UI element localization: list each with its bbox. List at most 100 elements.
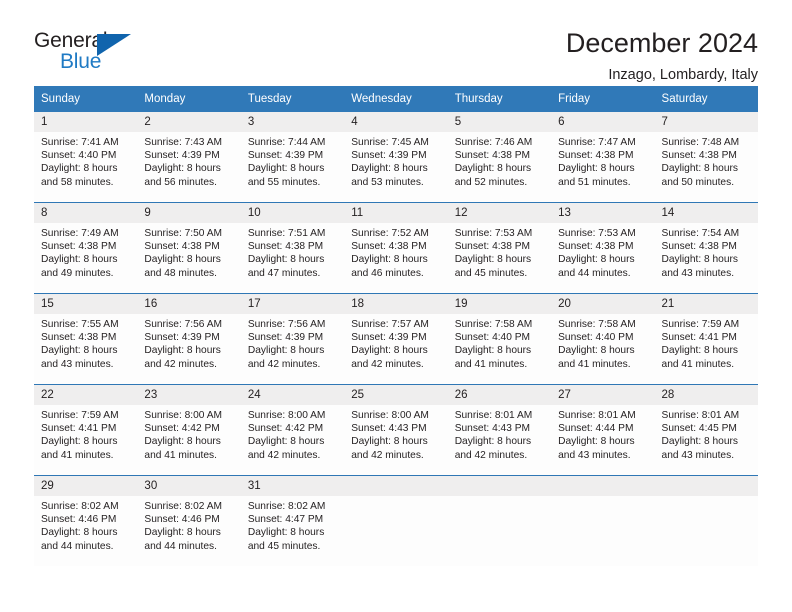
general-blue-logo[interactable]: General Blue bbox=[34, 28, 156, 76]
calendar-day-cell[interactable]: 16 Sunrise: 7:56 AM Sunset: 4:39 PM Dayligh… bbox=[137, 293, 241, 385]
day-details: Sunrise: 7:53 AM Sunset: 4:38 PM Daylight:… bbox=[551, 223, 654, 280]
calendar-day-cell[interactable]: 26 Sunrise: 8:01 AM Sunset: 4:43 PM Dayligh… bbox=[447, 384, 552, 476]
calendar-day-cell[interactable]: 28 Sunrise: 8:01 AM Sunset: 4:45 PM Dayligh… bbox=[654, 384, 758, 476]
day-sunrise-text: Sunrise: 7:43 AM bbox=[144, 137, 223, 148]
calendar-day-cell[interactable]: 13 Sunrise: 7:53 AM Sunset: 4:38 PM Dayligh… bbox=[551, 202, 655, 294]
calendar-day-cell[interactable]: 12 Sunrise: 7:53 AM Sunset: 4:38 PM Dayligh… bbox=[447, 202, 552, 294]
day-sunrise-text: Sunrise: 7:53 AM bbox=[558, 228, 636, 239]
calendar-day-cell[interactable]: 3 Sunrise: 7:44 AM Sunset: 4:39 PM Daylight… bbox=[240, 112, 345, 203]
calendar-day-cell-empty bbox=[344, 475, 448, 566]
day-number: 19 bbox=[447, 294, 552, 314]
day-daylight-2-text: and 50 minutes. bbox=[661, 176, 735, 188]
day-daylight-1-text: Daylight: 8 hours bbox=[41, 436, 118, 448]
day-details: Sunrise: 7:46 AM Sunset: 4:38 PM Daylight:… bbox=[448, 132, 551, 189]
calendar-day-cell[interactable]: 1 Sunrise: 7:41 AM Sunset: 4:40 PM Daylight… bbox=[34, 112, 138, 203]
day-number: 21 bbox=[654, 294, 758, 314]
day-sunset-text: Sunset: 4:39 PM bbox=[351, 332, 427, 344]
day-cell-inner bbox=[344, 476, 448, 566]
day-sunset-text: Sunset: 4:42 PM bbox=[247, 423, 324, 435]
calendar-day-cell[interactable]: 2 Sunrise: 7:43 AM Sunset: 4:39 PM Daylight… bbox=[137, 112, 241, 203]
day-daylight-1-text: Daylight: 8 hours bbox=[41, 254, 118, 266]
calendar-day-cell[interactable]: 15 Sunrise: 7:55 AM Sunset: 4:38 PM Dayligh… bbox=[34, 293, 138, 385]
day-cell-inner: 28 Sunrise: 8:01 AM Sunset: 4:45 PM Dayligh… bbox=[654, 385, 758, 475]
day-sunset-text: Sunset: 4:40 PM bbox=[454, 332, 531, 344]
day-daylight-2-text: and 42 minutes. bbox=[351, 358, 424, 370]
day-sunset-text: Sunset: 4:39 PM bbox=[144, 332, 220, 344]
day-daylight-2-text: and 43 minutes. bbox=[661, 449, 735, 461]
calendar-day-cell[interactable]: 18 Sunrise: 7:57 AM Sunset: 4:39 PM Dayligh… bbox=[344, 293, 448, 385]
title-block: December 2024 Inzago, Lombardy, Italy bbox=[566, 28, 758, 83]
calendar-day-cell[interactable]: 25 Sunrise: 8:00 AM Sunset: 4:43 PM Dayligh… bbox=[344, 384, 448, 476]
day-sunrise-text: Sunrise: 7:56 AM bbox=[247, 319, 326, 330]
calendar-day-cell[interactable]: 7 Sunrise: 7:48 AM Sunset: 4:38 PM Daylight… bbox=[654, 112, 758, 203]
day-sunrise-text: Sunrise: 7:57 AM bbox=[351, 319, 429, 330]
day-daylight-1-text: Daylight: 8 hours bbox=[144, 163, 221, 175]
calendar-day-cell[interactable]: 5 Sunrise: 7:46 AM Sunset: 4:38 PM Daylight… bbox=[447, 112, 552, 203]
calendar-day-cell[interactable]: 9 Sunrise: 7:50 AM Sunset: 4:38 PM Daylight… bbox=[137, 202, 241, 294]
day-details: Sunrise: 7:55 AM Sunset: 4:38 PM Daylight:… bbox=[34, 314, 137, 371]
day-sunrise-text: Sunrise: 7:49 AM bbox=[41, 228, 119, 239]
day-number: 9 bbox=[137, 203, 241, 223]
calendar-day-cell[interactable]: 8 Sunrise: 7:49 AM Sunset: 4:38 PM Daylight… bbox=[34, 202, 138, 294]
day-cell-inner: 31 Sunrise: 8:02 AM Sunset: 4:47 PM Dayligh… bbox=[240, 476, 345, 566]
calendar-day-cell[interactable]: 31 Sunrise: 8:02 AM Sunset: 4:47 PM Dayligh… bbox=[240, 475, 345, 566]
calendar-day-cell[interactable]: 21 Sunrise: 7:59 AM Sunset: 4:41 PM Dayligh… bbox=[654, 293, 758, 385]
day-details: Sunrise: 7:41 AM Sunset: 4:40 PM Daylight:… bbox=[34, 132, 137, 189]
day-daylight-1-text: Daylight: 8 hours bbox=[144, 254, 221, 266]
day-daylight-1-text: Daylight: 8 hours bbox=[558, 436, 635, 448]
day-cell-inner: 13 Sunrise: 7:53 AM Sunset: 4:38 PM Dayligh… bbox=[551, 203, 655, 293]
calendar-day-cell[interactable]: 17 Sunrise: 7:56 AM Sunset: 4:39 PM Dayligh… bbox=[240, 293, 345, 385]
day-sunset-text: Sunset: 4:38 PM bbox=[454, 241, 531, 253]
day-number: 13 bbox=[551, 203, 655, 223]
day-cell-inner: 6 Sunrise: 7:47 AM Sunset: 4:38 PM Daylight… bbox=[551, 112, 655, 202]
day-details: Sunrise: 7:50 AM Sunset: 4:38 PM Daylight:… bbox=[137, 223, 240, 280]
day-cell-inner: 5 Sunrise: 7:46 AM Sunset: 4:38 PM Daylight… bbox=[447, 112, 552, 202]
day-cell-inner: 20 Sunrise: 7:58 AM Sunset: 4:40 PM Dayligh… bbox=[551, 294, 655, 384]
day-cell-inner: 8 Sunrise: 7:49 AM Sunset: 4:38 PM Daylight… bbox=[34, 203, 138, 293]
day-daylight-1-text: Daylight: 8 hours bbox=[351, 345, 428, 357]
calendar-day-cell-empty bbox=[551, 475, 655, 566]
day-cell-inner: 14 Sunrise: 7:54 AM Sunset: 4:38 PM Dayligh… bbox=[654, 203, 758, 293]
day-details: Sunrise: 7:59 AM Sunset: 4:41 PM Daylight:… bbox=[34, 405, 137, 462]
calendar-day-cell[interactable]: 10 Sunrise: 7:51 AM Sunset: 4:38 PM Dayligh… bbox=[240, 202, 345, 294]
weekday-header-saturday: Saturday bbox=[654, 86, 758, 112]
day-number: 24 bbox=[240, 385, 345, 405]
calendar-day-cell[interactable]: 27 Sunrise: 8:01 AM Sunset: 4:44 PM Dayligh… bbox=[551, 384, 655, 476]
day-daylight-2-text: and 45 minutes. bbox=[454, 267, 528, 279]
day-details: Sunrise: 8:02 AM Sunset: 4:46 PM Daylight:… bbox=[34, 496, 137, 553]
calendar-day-cell[interactable]: 11 Sunrise: 7:52 AM Sunset: 4:38 PM Dayligh… bbox=[344, 202, 448, 294]
calendar-day-cell[interactable]: 19 Sunrise: 7:58 AM Sunset: 4:40 PM Dayligh… bbox=[447, 293, 552, 385]
calendar-day-cell[interactable]: 30 Sunrise: 8:02 AM Sunset: 4:46 PM Dayligh… bbox=[137, 475, 241, 566]
calendar-day-cell[interactable]: 6 Sunrise: 7:47 AM Sunset: 4:38 PM Daylight… bbox=[551, 112, 655, 203]
day-number: 18 bbox=[344, 294, 448, 314]
day-cell-inner: 26 Sunrise: 8:01 AM Sunset: 4:43 PM Dayligh… bbox=[447, 385, 552, 475]
day-cell-inner: 11 Sunrise: 7:52 AM Sunset: 4:38 PM Dayligh… bbox=[344, 203, 448, 293]
day-cell-inner: 24 Sunrise: 8:00 AM Sunset: 4:42 PM Dayligh… bbox=[240, 385, 345, 475]
day-daylight-2-text: and 47 minutes. bbox=[247, 267, 321, 279]
day-number bbox=[654, 476, 758, 496]
day-daylight-2-text: and 55 minutes. bbox=[247, 176, 321, 188]
calendar-day-cell[interactable]: 22 Sunrise: 7:59 AM Sunset: 4:41 PM Dayligh… bbox=[34, 384, 138, 476]
day-number: 1 bbox=[34, 112, 138, 132]
day-daylight-1-text: Daylight: 8 hours bbox=[661, 254, 738, 266]
calendar-week-row: 29 Sunrise: 8:02 AM Sunset: 4:46 PM Dayligh… bbox=[34, 475, 758, 566]
day-daylight-2-text: and 44 minutes. bbox=[558, 267, 631, 279]
day-number: 15 bbox=[34, 294, 138, 314]
calendar-day-cell[interactable]: 20 Sunrise: 7:58 AM Sunset: 4:40 PM Dayligh… bbox=[551, 293, 655, 385]
calendar-day-cell[interactable]: 14 Sunrise: 7:54 AM Sunset: 4:38 PM Dayligh… bbox=[654, 202, 758, 294]
day-sunset-text: Sunset: 4:39 PM bbox=[144, 150, 220, 162]
day-cell-inner: 15 Sunrise: 7:55 AM Sunset: 4:38 PM Dayligh… bbox=[34, 294, 138, 384]
day-sunrise-text: Sunrise: 8:02 AM bbox=[247, 501, 326, 512]
day-sunrise-text: Sunrise: 7:56 AM bbox=[144, 319, 223, 330]
calendar-day-cell[interactable]: 23 Sunrise: 8:00 AM Sunset: 4:42 PM Dayligh… bbox=[137, 384, 241, 476]
day-number: 5 bbox=[447, 112, 552, 132]
day-number: 11 bbox=[344, 203, 448, 223]
calendar-day-cell[interactable]: 4 Sunrise: 7:45 AM Sunset: 4:39 PM Daylight… bbox=[344, 112, 448, 203]
day-daylight-1-text: Daylight: 8 hours bbox=[558, 163, 635, 175]
day-daylight-2-text: and 43 minutes. bbox=[558, 449, 631, 461]
day-sunrise-text: Sunrise: 7:55 AM bbox=[41, 319, 119, 330]
calendar-day-cell[interactable]: 29 Sunrise: 8:02 AM Sunset: 4:46 PM Dayligh… bbox=[34, 475, 138, 566]
day-sunrise-text: Sunrise: 7:50 AM bbox=[144, 228, 223, 239]
calendar-page: General Blue December 2024 Inzago, Lomba… bbox=[0, 0, 792, 612]
calendar-day-cell[interactable]: 24 Sunrise: 8:00 AM Sunset: 4:42 PM Dayligh… bbox=[240, 384, 345, 476]
